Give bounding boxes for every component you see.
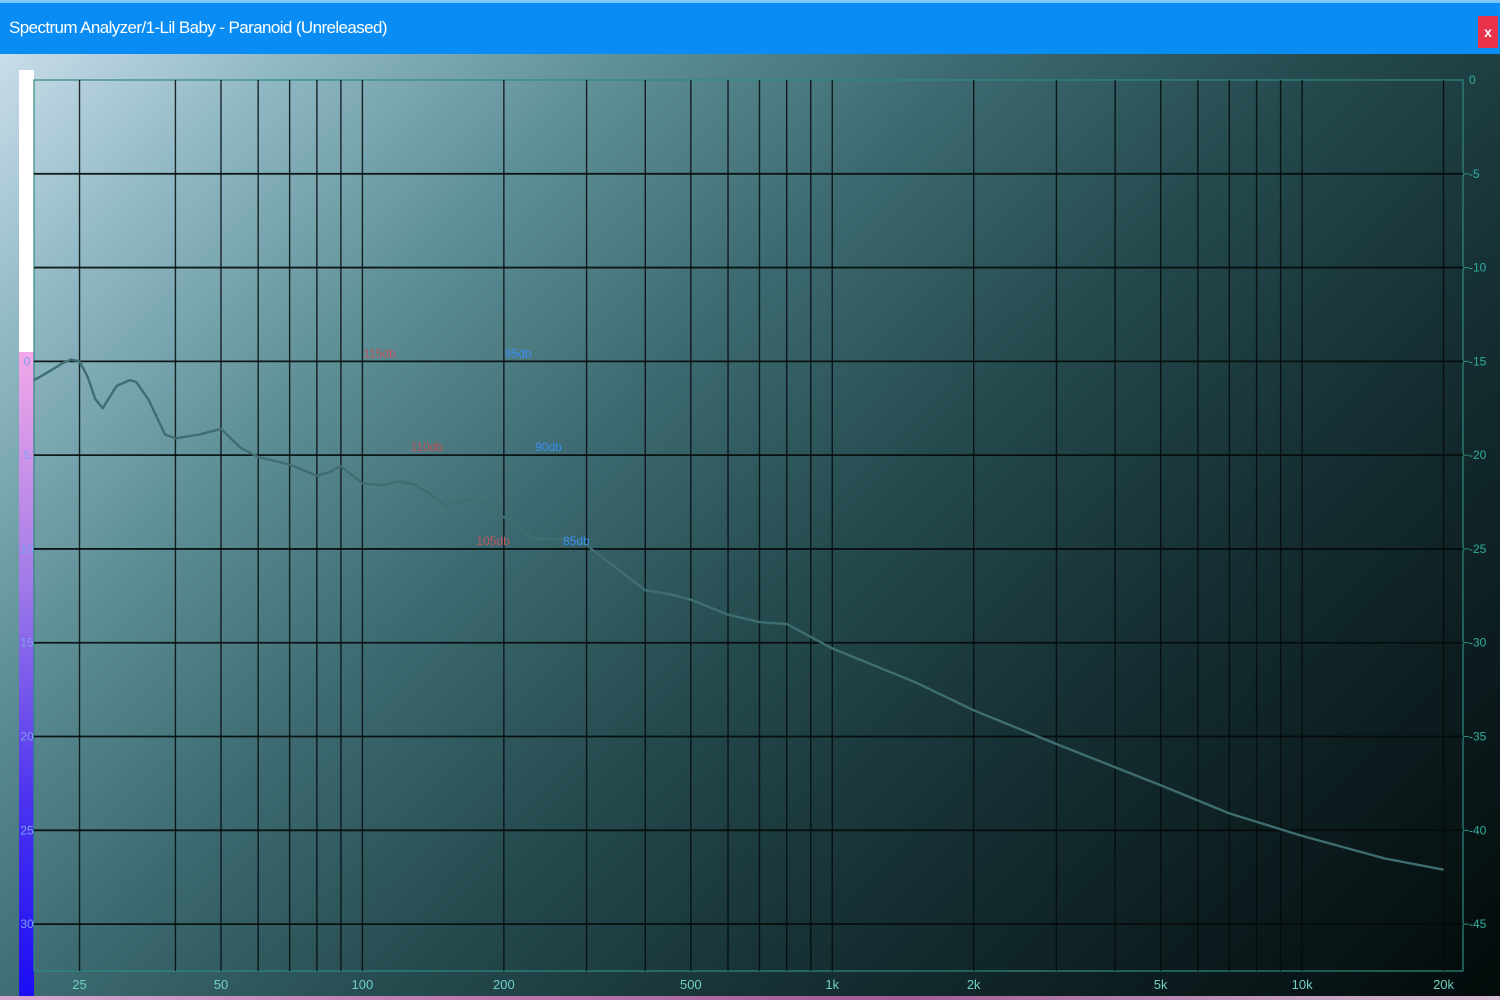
left-axis-tick-label: 25 bbox=[20, 823, 34, 837]
x-axis-tick-label: 25 bbox=[72, 977, 86, 992]
left-axis-tick-label: 30 bbox=[20, 917, 34, 931]
x-axis-tick-label: 5k bbox=[1154, 977, 1168, 992]
left-axis-tick-label: 20 bbox=[20, 730, 34, 744]
threshold-label: 115db bbox=[363, 346, 396, 360]
right-axis-tick-label: -35 bbox=[1469, 730, 1487, 744]
right-axis-tick-label: 0 bbox=[1469, 73, 1476, 87]
right-axis-tick-label: -45 bbox=[1469, 917, 1487, 931]
left-axis-tick-label: 5 bbox=[24, 448, 31, 462]
spectrum-curve bbox=[33, 358, 1444, 871]
left-axis-tick-label: 15 bbox=[20, 636, 34, 650]
close-button[interactable]: x bbox=[1478, 16, 1498, 48]
x-axis-tick-label: 50 bbox=[214, 977, 228, 992]
x-axis-tick-label: 2k bbox=[967, 977, 981, 992]
right-axis-tick-label: -20 bbox=[1469, 448, 1487, 462]
x-axis-tick-label: 500 bbox=[680, 977, 702, 992]
threshold-label: 105db bbox=[476, 534, 510, 548]
x-axis-tick-label: 20k bbox=[1433, 977, 1454, 992]
threshold-label: 95db bbox=[505, 346, 532, 360]
x-axis-tick-label: 100 bbox=[352, 977, 374, 992]
left-axis-tick-label: 10 bbox=[20, 542, 34, 556]
bottom-strip bbox=[0, 996, 1500, 1000]
title-bar: Spectrum Analyzer/1-Lil Baby - Paranoid … bbox=[0, 0, 1500, 54]
x-axis-tick-label: 200 bbox=[493, 977, 515, 992]
right-axis-tick-label: -5 bbox=[1469, 167, 1480, 181]
right-axis-tick-label: -40 bbox=[1469, 823, 1487, 837]
threshold-label: 110db bbox=[411, 440, 444, 454]
window-title: Spectrum Analyzer/1-Lil Baby - Paranoid … bbox=[9, 18, 388, 37]
left-axis-tick-label: 0 bbox=[24, 354, 31, 368]
spectrum-analyzer-view: 25 50 100 200 500 1k 2k 5k 10k 20k 0 -5 -10 -15 -20 -25… bbox=[0, 54, 1500, 1000]
right-axis-tick-label: -10 bbox=[1469, 261, 1487, 275]
threshold-label: 90db bbox=[535, 440, 562, 454]
level-meter-white bbox=[19, 70, 34, 352]
threshold-label: 85db bbox=[563, 534, 590, 548]
right-axis-tick-label: -15 bbox=[1469, 354, 1487, 368]
right-axis-tick-label: -25 bbox=[1469, 542, 1487, 556]
right-axis-tick-label: -30 bbox=[1469, 636, 1487, 650]
x-axis-tick-label: 1k bbox=[825, 977, 839, 992]
x-axis-tick-label: 10k bbox=[1292, 977, 1313, 992]
plot-frame bbox=[33, 79, 1464, 972]
spectrum-chart: 25 50 100 200 500 1k 2k 5k 10k 20k0-5-10-15-20-25… bbox=[19, 70, 1487, 1000]
